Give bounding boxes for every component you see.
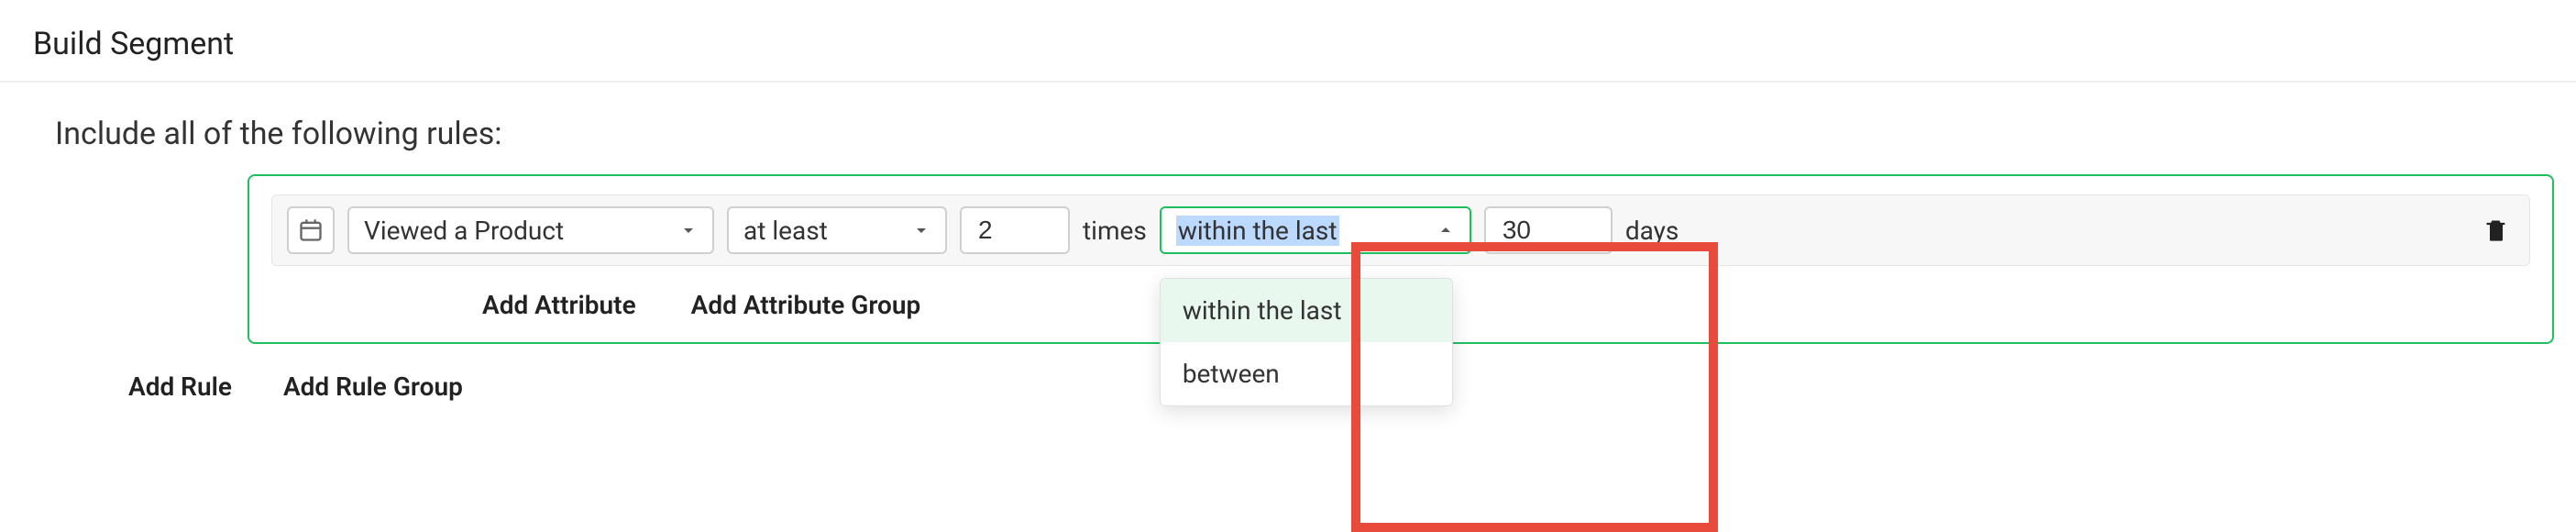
days-input[interactable] [1484,206,1613,254]
time-range-select-value: within the last [1176,216,1339,246]
days-label: days [1625,216,1679,246]
operator-select[interactable]: at least [727,206,947,254]
add-attribute-button[interactable]: Add Attribute [482,290,636,320]
times-label: times [1083,216,1147,246]
caret-up-icon [1437,221,1455,239]
caret-down-icon [912,221,930,239]
rules-intro-text: Include all of the following rules: [0,83,2576,174]
rule-row: Viewed a Product at least times within t… [271,194,2530,266]
add-rule-group-button[interactable]: Add Rule Group [283,371,463,402]
calendar-icon[interactable] [287,206,335,254]
days-input-field[interactable] [1501,208,1596,252]
caret-down-icon [679,221,698,239]
add-rule-button[interactable]: Add Rule [128,371,232,402]
rule-card: Viewed a Product at least times within t… [248,174,2554,344]
page-title: Build Segment [0,0,2576,83]
time-range-option-within[interactable]: within the last [1161,279,1452,342]
delete-rule-button[interactable] [2478,212,2515,249]
event-select[interactable]: Viewed a Product [347,206,714,254]
count-input[interactable] [960,206,1070,254]
time-range-option-between[interactable]: between [1161,342,1452,405]
time-range-dropdown: within the last between [1160,278,1453,406]
time-range-select[interactable]: within the last [1160,206,1471,254]
count-input-field[interactable] [976,208,1053,252]
add-attribute-group-button[interactable]: Add Attribute Group [691,290,921,320]
operator-select-value: at least [743,216,828,246]
event-select-value: Viewed a Product [364,216,564,246]
